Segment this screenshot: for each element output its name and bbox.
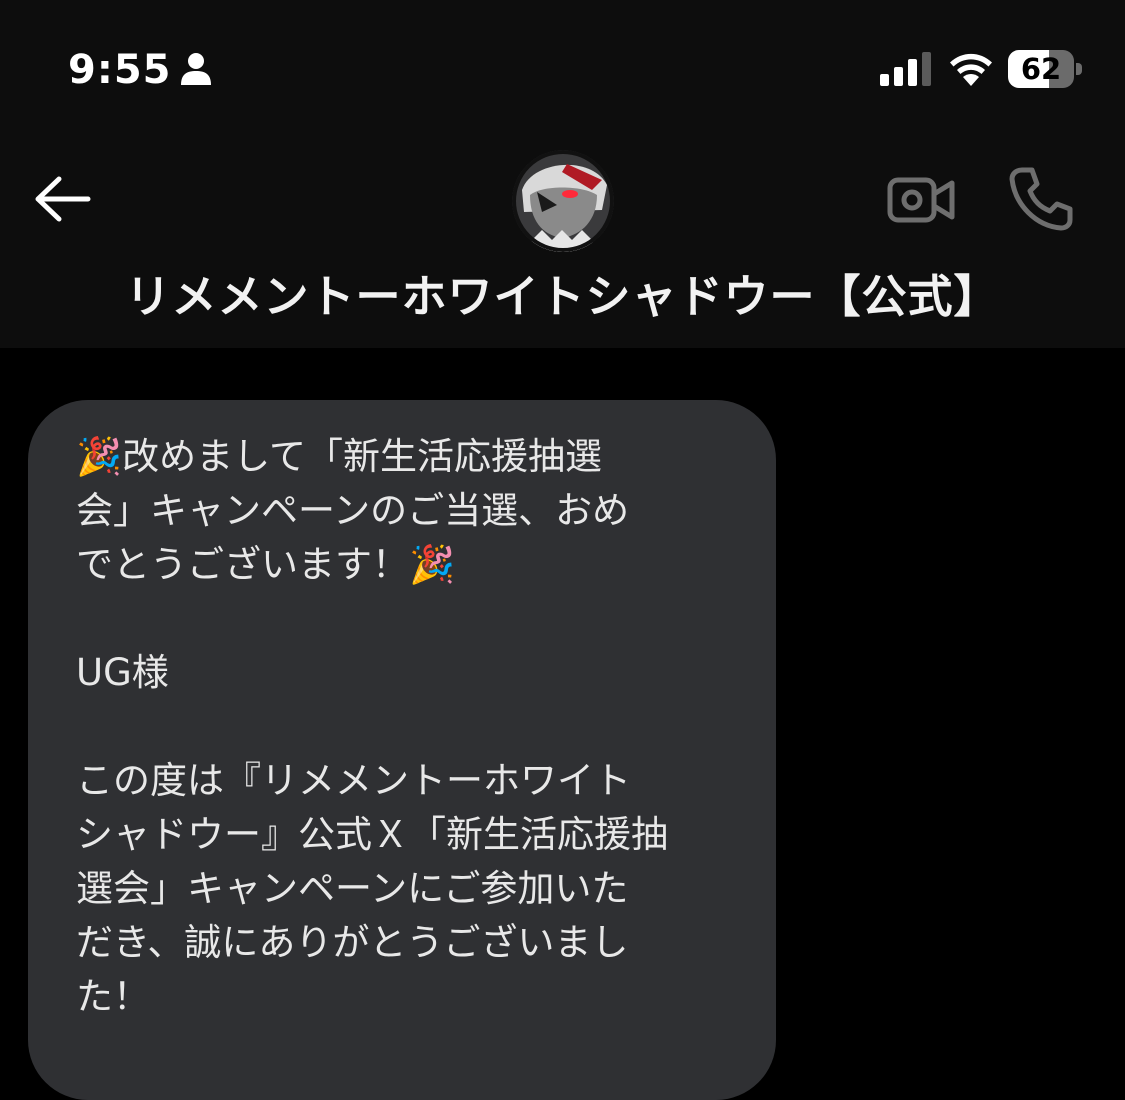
back-arrow-icon[interactable] (32, 172, 92, 226)
battery-level: 62 (1020, 52, 1062, 86)
signal-icon (880, 52, 931, 86)
contact-name[interactable]: リメメントーホワイトシャドウー【公式】 (0, 266, 1125, 328)
wifi-icon (950, 53, 992, 86)
avatar[interactable] (512, 150, 614, 252)
person-icon (181, 53, 211, 85)
avatar-image (512, 150, 614, 252)
video-call-icon[interactable] (886, 170, 956, 230)
chat-header: 9:55 62 リメメントーホワイトシャドウー【公式】 (0, 0, 1125, 348)
battery-icon: 62 (1008, 50, 1082, 88)
message-bubble[interactable]: 🎉改めまして「新生活応援抽選 会」キャンペーンのご当選、おめ でとうございます！… (28, 400, 776, 1100)
battery-tip (1076, 63, 1082, 75)
status-time: 9:55 (68, 47, 172, 93)
phone-call-icon[interactable] (1006, 164, 1076, 234)
message-text: 🎉改めまして「新生活応援抽選 会」キャンペーンのご当選、おめ でとうございます！… (76, 435, 668, 1018)
